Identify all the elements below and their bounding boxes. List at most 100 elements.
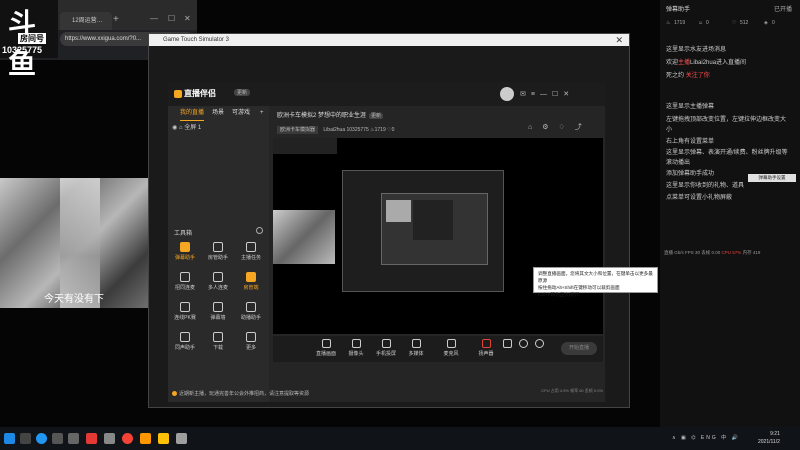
minimize-icon[interactable]: —	[540, 91, 552, 98]
maximize-icon[interactable]: ☐	[552, 91, 563, 98]
lock-icon[interactable]: ♢	[559, 124, 575, 131]
tooltip-line: Ctrl+F转为正大/原尺	[538, 292, 580, 297]
simulator-titlebar[interactable]: Game Touch Simulator 3 ✕	[149, 34, 629, 46]
room-number: 10325775	[2, 45, 43, 55]
app-icon[interactable]	[122, 433, 133, 444]
settings-icon[interactable]: ⚙	[542, 124, 558, 131]
steam-icon[interactable]	[52, 433, 63, 444]
app-icon[interactable]	[86, 433, 97, 444]
app-icon[interactable]	[176, 433, 187, 444]
add-tab-icon[interactable]: +	[260, 106, 264, 120]
system-tray[interactable]: ∧ ▣ ⌬ ENG 中 🔊	[672, 434, 740, 441]
start-live-button[interactable]: 开始直播	[561, 342, 597, 355]
shop-icon[interactable]: ⌂	[528, 124, 542, 131]
chat-text: Libai2hua进入直播间	[690, 60, 747, 66]
perf-label: 直播 Gb/s FPS 30 丢帧 0.00	[664, 250, 721, 255]
bb-phone[interactable]: 手机投屏	[373, 339, 399, 357]
room-title[interactable]: 欧洲卡车模拟2 梦想中的职业生涯 更新	[277, 110, 384, 119]
tool-voice[interactable]: 同声助手	[170, 332, 200, 351]
browser-tab-title: 12周运营…	[72, 18, 103, 24]
tool-assist[interactable]: 助播助手	[236, 302, 266, 321]
mic-icon	[446, 339, 456, 348]
live-status: 已开播	[773, 7, 792, 13]
version-badge[interactable]: 更新	[234, 89, 251, 96]
bb-label: 直播画面	[315, 351, 336, 357]
new-tab-button[interactable]: +	[113, 14, 119, 25]
heart-icon: ♡	[732, 20, 737, 26]
tool-danmu-wall[interactable]: 弹幕墙	[203, 302, 233, 321]
app-logo-icon	[174, 89, 182, 98]
explorer-icon[interactable]	[68, 433, 79, 444]
tool-multi-mic[interactable]: 多人连麦	[203, 272, 233, 291]
chat-line: 这里显示你收到的礼物、道具	[666, 183, 745, 189]
menu-icon[interactable]: ≡	[531, 91, 540, 98]
close-icon[interactable]: ✕	[615, 34, 623, 46]
chat-line: 死之约 关注了你	[666, 70, 710, 79]
tool-room-manager[interactable]: 房管助手	[203, 242, 233, 261]
stat-viewers: 0	[706, 20, 709, 26]
edge-icon[interactable]	[36, 433, 47, 444]
tool-admin[interactable]: 房管端	[236, 272, 266, 291]
tool-pk[interactable]: 连线PK赛	[170, 302, 200, 321]
fans-value: 0	[391, 127, 395, 133]
tool-label: 主播任务	[240, 255, 261, 261]
tool-label: 弹幕墙	[210, 315, 226, 321]
tab-games[interactable]: 可游戏	[232, 106, 250, 120]
bb-record[interactable]	[501, 339, 513, 350]
tool-danmu[interactable]: 弹幕助手	[170, 242, 200, 261]
tool-label: 同声助手	[174, 345, 195, 351]
bb-screen[interactable]: 直播画面	[313, 339, 339, 357]
clock[interactable]: 9:21 2021/11/2	[758, 430, 780, 446]
bb-mic[interactable]: 麦克风	[438, 339, 464, 357]
danmu-settings-button[interactable]: 弹幕助手设置	[748, 174, 796, 182]
maximize-icon[interactable]: ☐	[168, 14, 175, 23]
room-tag[interactable]: 更新	[369, 113, 384, 119]
bb-settings[interactable]	[533, 339, 545, 350]
tools-title: 工具箱	[174, 231, 193, 237]
chat-line: 添加弹幕助手成功	[666, 171, 715, 177]
room-category[interactable]: 欧洲卡车模拟器	[277, 126, 319, 134]
douyu-icon[interactable]	[140, 433, 151, 444]
start-icon[interactable]	[4, 433, 15, 444]
close-icon[interactable]: ✕	[563, 91, 574, 98]
clock-date: 2021/11/2	[758, 439, 780, 445]
waterfall-image	[60, 178, 100, 308]
tool-tasks[interactable]: 主播任务	[236, 242, 266, 261]
room-title-text: 欧洲卡车模拟2 梦想中的职业生涯	[277, 113, 367, 119]
chat-line: 左键拖拽顶部改变位置，左键拉伸边框改变大	[666, 117, 787, 123]
tool-label: 下载	[212, 345, 223, 351]
admin-icon	[246, 272, 256, 282]
browser-tab[interactable]: 12周运营…	[60, 12, 112, 30]
bb-timer[interactable]	[517, 339, 529, 350]
pk-icon	[180, 302, 190, 312]
chat-line: 这里显示弹幕、表演开通/续费、粉丝牌升级等	[666, 150, 788, 156]
live-companion-app: 直播伴侣 更新 ✉≡—☐✕ 我的直播 场景 可游戏 + ◉ ⌂ 全屏 1 工具箱…	[168, 82, 605, 402]
stream-preview[interactable]	[273, 138, 603, 334]
search-icon[interactable]	[20, 433, 31, 444]
scene-row[interactable]: ◉ ⌂ 全屏 1	[172, 122, 201, 131]
bb-label: 手机投屏	[375, 351, 396, 357]
app-icon[interactable]	[104, 433, 115, 444]
bb-label: 麦克风	[443, 351, 459, 357]
eye-icon[interactable]: ◉	[172, 125, 177, 131]
minimize-icon[interactable]: —	[150, 14, 158, 23]
tool-more[interactable]: 更多	[236, 332, 266, 351]
mail-icon[interactable]: ✉	[520, 91, 531, 98]
chat-line: 小	[666, 127, 673, 133]
assist-icon	[246, 302, 256, 312]
tool-link-mic[interactable]: 招同连麦	[170, 272, 200, 291]
tab-scene[interactable]: 场景	[212, 106, 224, 120]
scene-row-label: 全屏 1	[184, 125, 202, 131]
app-icon[interactable]	[158, 433, 169, 444]
share-icon[interactable]: ⤴	[575, 124, 592, 131]
bb-speaker[interactable]: 扬声器	[473, 339, 499, 357]
tool-download[interactable]: 下载	[203, 332, 233, 351]
bb-camera[interactable]: 摄像头	[343, 339, 369, 357]
tab-my-live[interactable]: 我的直播	[180, 106, 205, 121]
tools-toggle-icon[interactable]	[256, 227, 263, 234]
avatar[interactable]	[500, 87, 514, 101]
bb-media[interactable]: 多媒体	[403, 339, 429, 357]
bb-label: 多媒体	[408, 351, 424, 357]
lock-icon[interactable]: ⌂	[179, 125, 183, 131]
close-icon[interactable]: ✕	[184, 14, 191, 23]
